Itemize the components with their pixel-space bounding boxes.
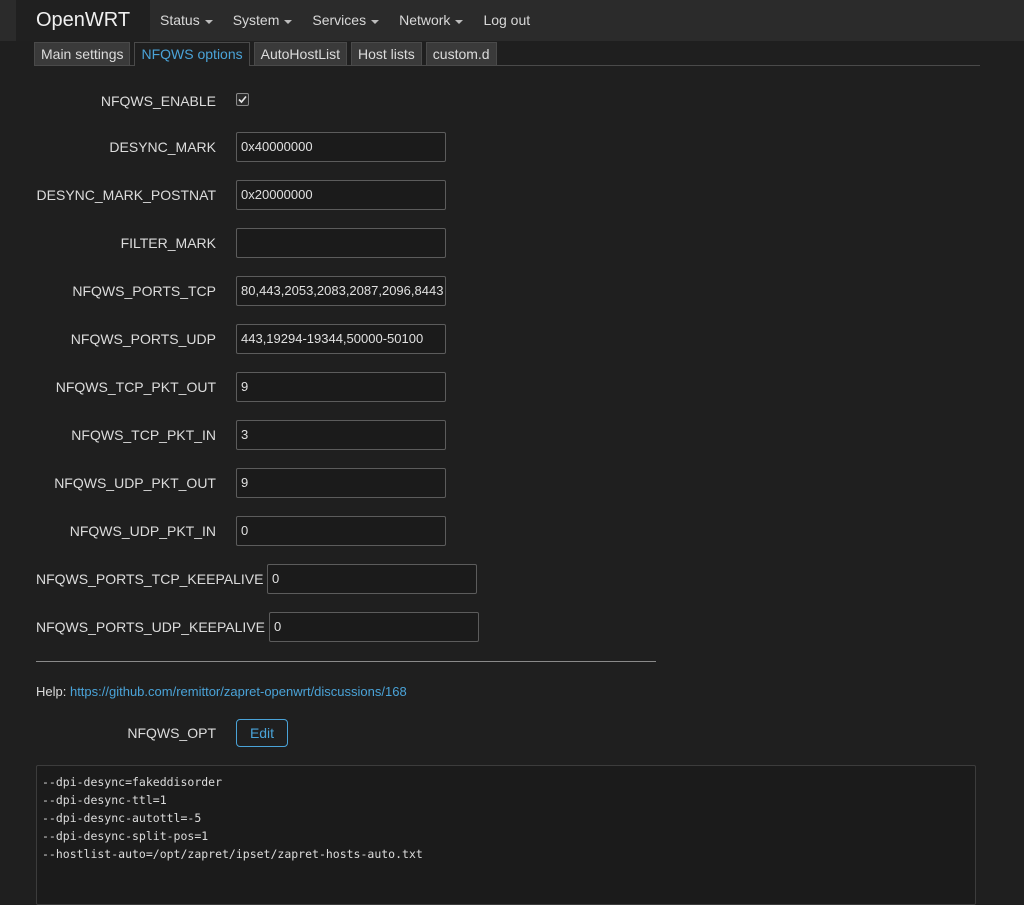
menu-logout-label: Log out — [483, 12, 531, 28]
nfqws-udp-pkt-out-label: NFQWS_UDP_PKT_OUT — [54, 475, 216, 491]
row-nfqws-enable: NFQWS_ENABLE — [0, 86, 1024, 116]
desync-mark-postnat-label: DESYNC_MARK_POSTNAT — [36, 187, 216, 203]
menu-system[interactable]: System — [223, 0, 303, 41]
row-nfqws-udp-pkt-in: NFQWS_UDP_PKT_IN 0 — [0, 516, 1024, 546]
tab-autohostlist[interactable]: AutoHostList — [253, 42, 347, 65]
tab-main-settings[interactable]: Main settings — [34, 42, 131, 65]
nfqws-ports-udp-input[interactable]: 443,19294-19344,50000-50100 — [236, 324, 446, 354]
chevron-down-icon — [455, 19, 464, 24]
settings-tabs: Main settings NFQWS options AutoHostList… — [34, 42, 980, 66]
checkmark-icon — [238, 95, 247, 104]
menu-logout[interactable]: Log out — [473, 0, 540, 41]
edit-button[interactable]: Edit — [236, 719, 288, 747]
nfqws-tcp-pkt-out-input[interactable]: 9 — [236, 372, 446, 402]
desync-mark-postnat-input[interactable]: 0x20000000 — [236, 180, 446, 210]
filter-mark-label: FILTER_MARK — [120, 235, 216, 251]
nfqws-ports-tcp-keepalive-input[interactable]: 0 — [267, 564, 477, 594]
help-prefix: Help: — [36, 684, 70, 699]
opt-line: --dpi-desync=fakeddisorder — [42, 775, 223, 789]
help-link[interactable]: https://github.com/remittor/zapret-openw… — [70, 684, 407, 699]
filter-mark-input[interactable] — [236, 228, 446, 258]
nfqws-enable-checkbox[interactable] — [236, 93, 249, 106]
menu-services-label: Services — [312, 12, 367, 28]
opt-line: --dpi-desync-ttl=1 — [42, 793, 167, 807]
menu-services[interactable]: Services — [302, 0, 389, 41]
nfqws-ports-udp-label: NFQWS_PORTS_UDP — [70, 331, 216, 347]
desync-mark-label: DESYNC_MARK — [109, 139, 216, 155]
tab-host-lists[interactable]: Host lists — [351, 42, 422, 65]
row-desync-mark-postnat: DESYNC_MARK_POSTNAT 0x20000000 — [0, 180, 1024, 210]
nfqws-ports-tcp-label: NFQWS_PORTS_TCP — [72, 283, 216, 299]
row-filter-mark: FILTER_MARK — [0, 228, 1024, 258]
nfqws-udp-pkt-out-input[interactable]: 9 — [236, 468, 446, 498]
tab-nfqws-options[interactable]: NFQWS options — [134, 42, 250, 66]
row-nfqws-ports-udp: NFQWS_PORTS_UDP 443,19294-19344,50000-50… — [0, 324, 1024, 354]
section-divider — [36, 661, 656, 662]
nfqws-ports-tcp-keepalive-label: NFQWS_PORTS_TCP_KEEPALIVE — [36, 571, 264, 587]
row-nfqws-ports-udp-keepalive: NFQWS_PORTS_UDP_KEEPALIVE 0 — [0, 612, 1024, 642]
brand-logo[interactable]: OpenWRT — [16, 0, 150, 41]
menu-system-label: System — [232, 12, 280, 28]
opt-line: --dpi-desync-autottl=-5 — [42, 811, 202, 825]
opt-line: --dpi-desync-split-pos=1 — [42, 829, 209, 843]
menu-network[interactable]: Network — [389, 0, 473, 41]
nfqws-enable-label: NFQWS_ENABLE — [100, 93, 216, 109]
desync-mark-input[interactable]: 0x40000000 — [236, 132, 446, 162]
nfqws-ports-udp-keepalive-label: NFQWS_PORTS_UDP_KEEPALIVE — [36, 619, 265, 635]
row-nfqws-udp-pkt-out: NFQWS_UDP_PKT_OUT 9 — [0, 468, 1024, 498]
chevron-down-icon — [204, 19, 213, 24]
tab-custom-d[interactable]: custom.d — [425, 42, 497, 65]
row-nfqws-tcp-pkt-in: NFQWS_TCP_PKT_IN 3 — [0, 420, 1024, 450]
row-nfqws-tcp-pkt-out: NFQWS_TCP_PKT_OUT 9 — [0, 372, 1024, 402]
nfqws-udp-pkt-in-input[interactable]: 0 — [236, 516, 446, 546]
menu-status-label: Status — [160, 12, 200, 28]
chevron-down-icon — [371, 19, 380, 24]
row-desync-mark: DESYNC_MARK 0x40000000 — [0, 132, 1024, 162]
nfqws-ports-tcp-input[interactable]: 80,443,2053,2083,2087,2096,8443 — [236, 276, 446, 306]
nfqws-udp-pkt-in-label: NFQWS_UDP_PKT_IN — [69, 523, 216, 539]
row-nfqws-ports-tcp: NFQWS_PORTS_TCP 80,443,2053,2083,2087,20… — [0, 276, 1024, 306]
nfqws-ports-udp-keepalive-input[interactable]: 0 — [269, 612, 479, 642]
opt-line: --hostlist-auto=/opt/zapret/ipset/zapret… — [42, 847, 423, 861]
nfqws-tcp-pkt-out-label: NFQWS_TCP_PKT_OUT — [55, 379, 216, 395]
menu-network-label: Network — [399, 12, 451, 28]
nfqws-opt-label: NFQWS_OPT — [127, 725, 216, 741]
help-text: Help: https://github.com/remittor/zapret… — [36, 684, 407, 699]
top-navbar: OpenWRT Status System Services Network L… — [0, 0, 1024, 41]
row-nfqws-ports-tcp-keepalive: NFQWS_PORTS_TCP_KEEPALIVE 0 — [0, 564, 1024, 594]
main-menu: Status System Services Network Log out — [150, 0, 540, 41]
menu-status[interactable]: Status — [150, 0, 223, 41]
nfqws-opt-textarea[interactable]: --dpi-desync=fakeddisorder --dpi-desync-… — [36, 765, 976, 905]
row-nfqws-opt: NFQWS_OPT — [0, 718, 1024, 748]
nfqws-tcp-pkt-in-input[interactable]: 3 — [236, 420, 446, 450]
nfqws-tcp-pkt-in-label: NFQWS_TCP_PKT_IN — [71, 427, 216, 443]
chevron-down-icon — [284, 19, 293, 24]
